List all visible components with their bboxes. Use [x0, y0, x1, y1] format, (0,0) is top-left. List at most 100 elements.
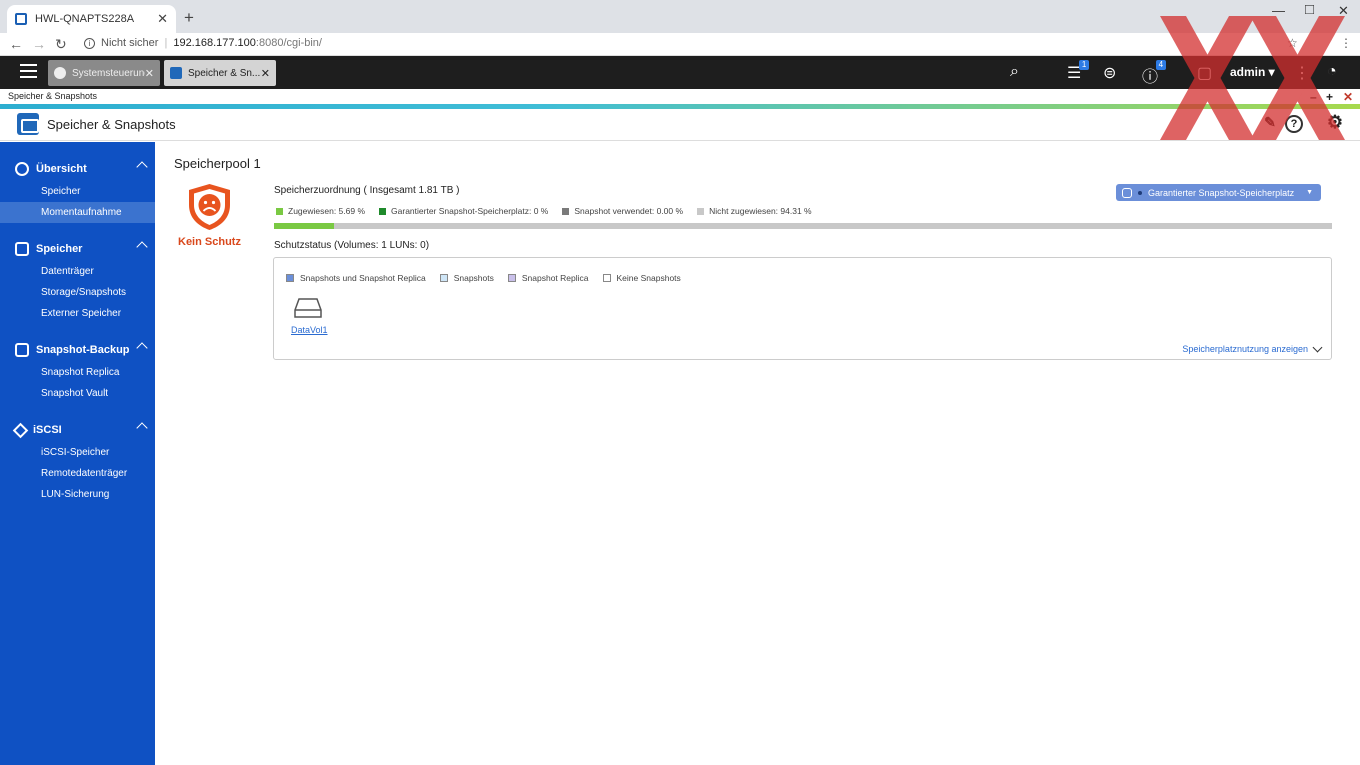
legend-label: Snapshot Replica — [521, 273, 589, 283]
chevron-down-icon — [1312, 342, 1323, 352]
background-tasks-icon[interactable]: ☰ 1 — [1067, 60, 1090, 83]
legend-label: Keine Snapshots — [616, 273, 681, 283]
browser-menu-icon[interactable]: ⋮ — [1340, 36, 1352, 50]
sidebar-group-label: Snapshot-Backup — [36, 344, 130, 356]
settings-gear-icon[interactable]: ⚙ — [1326, 113, 1344, 133]
legend-item: Snapshots — [439, 273, 494, 283]
legend-swatch — [602, 274, 611, 282]
legend-swatch — [439, 274, 448, 282]
qnap-favicon-icon — [15, 13, 27, 25]
bookmark-star-icon[interactable]: ☆ — [1287, 36, 1298, 50]
allocation-bar — [274, 223, 1332, 229]
url-separator: | — [164, 37, 168, 49]
dashboard-icon[interactable]: ◔ — [1327, 63, 1337, 81]
user-avatar-icon[interactable]: ▢ — [1197, 63, 1212, 83]
back-icon[interactable]: ← — [9, 36, 23, 52]
sidebar-item-speicher[interactable]: Speicher — [0, 181, 155, 202]
main-menu-icon[interactable] — [20, 64, 37, 78]
info-icon[interactable]: i — [84, 37, 95, 49]
browser-tab[interactable]: HWL-QNAPTS228A ✕ — [7, 5, 176, 33]
more-options-icon[interactable]: ⋮ — [1294, 63, 1310, 83]
sidebar-group-snapshot-backup[interactable]: Snapshot-Backup — [0, 338, 155, 362]
security-label: Nicht sicher — [101, 37, 159, 49]
app-tab-label: Systemsteuerung — [72, 67, 145, 79]
storage-icon — [170, 67, 182, 79]
legend-swatch — [562, 207, 570, 215]
chevron-up-icon[interactable] — [136, 422, 148, 434]
storage-app-icon — [17, 113, 39, 135]
maximize-icon[interactable]: □ — [1305, 1, 1314, 18]
app-tab-label: Speicher & Sn... — [188, 67, 261, 79]
chevron-up-icon[interactable] — [136, 342, 148, 354]
legend-swatch — [697, 207, 705, 215]
reload-icon[interactable]: ↻ — [55, 36, 67, 53]
app-header: Speicher & Snapshots ✎ ? ⚙ — [0, 109, 1360, 141]
window-close-icon[interactable]: ✕ — [1343, 90, 1353, 105]
forward-icon[interactable]: → — [32, 36, 46, 52]
database-icon — [15, 242, 29, 256]
legend-item: Snapshots und Snapshot Replica — [286, 273, 426, 283]
legend-item: Garantierter Snapshot-Speicherplatz: 0 % — [379, 206, 548, 216]
legend-item: Snapshot Replica — [507, 273, 589, 283]
new-tab-icon[interactable]: + — [184, 8, 194, 28]
sidebar-item-snapshot-vault[interactable]: Snapshot Vault — [0, 383, 155, 404]
url-path: :8080/cgi-bin/ — [255, 37, 322, 49]
legend-label: Garantierter Snapshot-Speicherplatz: 0 % — [391, 206, 549, 216]
info-badge: 4 — [1155, 60, 1167, 70]
notification-icon[interactable]: ✎ — [1261, 115, 1279, 133]
pool-title: Speicherpool 1 — [174, 156, 261, 171]
app-tab-systemsteuerung[interactable]: Systemsteuerung ✕ — [48, 60, 160, 86]
snapshot-space-selector[interactable]: Garantierter Snapshot-Speicherplatz ▼ — [1116, 184, 1321, 201]
sidebar-item-momentaufnahme[interactable]: Momentaufnahme — [0, 202, 155, 223]
minimize-icon[interactable]: — — [1272, 3, 1285, 18]
legend-label: Nicht zugewiesen: 94.31 % — [709, 206, 812, 216]
show-usage-link[interactable]: Speicherplatznutzung anzeigen — [1182, 342, 1323, 354]
allocation-bar-fill — [274, 223, 335, 229]
user-menu[interactable]: admin ▾ — [1230, 65, 1275, 79]
main-content: Speicherpool 1 Kein Schutz Speicherzuord… — [155, 142, 1360, 765]
sidebar-item-snapshot-replica[interactable]: Snapshot Replica — [0, 362, 155, 383]
legend-swatch — [276, 207, 283, 215]
sidebar-group-iscsi[interactable]: iSCSI — [0, 418, 155, 442]
sidebar-item-lun-sicherung[interactable]: LUN-Sicherung — [0, 484, 155, 505]
close-icon[interactable]: ✕ — [145, 67, 154, 80]
sidebar-item-iscsi-speicher[interactable]: iSCSI-Speicher — [0, 442, 155, 463]
close-tab-icon[interactable]: ✕ — [157, 11, 168, 27]
window-maximize-icon[interactable]: + — [1326, 90, 1333, 105]
external-device-icon[interactable]: ⊜ — [1103, 63, 1116, 83]
legend-label: Snapshots und Snapshot Replica — [300, 273, 426, 283]
event-notification-icon[interactable]: ⓘ 4 — [1142, 60, 1167, 87]
window-minimize-icon[interactable]: – — [1310, 90, 1317, 105]
legend-label: Snapshot verwendet: 0.00 % — [574, 206, 684, 216]
gauge-icon — [15, 162, 29, 176]
sidebar-item-storage-snapshots[interactable]: Storage/Snapshots — [0, 282, 155, 303]
volume-drive-icon[interactable] — [294, 297, 322, 319]
legend-swatch — [286, 274, 294, 282]
qts-topbar: Systemsteuerung ✕ Speicher & Sn... ✕ ⌕ ☰… — [0, 56, 1360, 89]
protection-label: Kein Schutz — [178, 236, 241, 248]
url-field[interactable]: i Nicht sicher | 192.168.177.100:8080/cg… — [84, 37, 322, 49]
sidebar-item-externer-speicher[interactable]: Externer Speicher — [0, 303, 155, 324]
sidebar-item-remotedatentraeger[interactable]: Remotedatenträger — [0, 463, 155, 484]
sidebar-group-label: iSCSI — [33, 424, 62, 436]
sidebar-group-overview[interactable]: Übersicht — [0, 157, 155, 181]
address-bar: ← → ↻ i Nicht sicher | 192.168.177.100:8… — [0, 33, 1360, 56]
snapshot-selector-label: Garantierter Snapshot-Speicherplatz — [1148, 187, 1295, 198]
close-icon[interactable]: ✕ — [261, 67, 270, 80]
url-host: 192.168.177.100 — [173, 37, 256, 49]
protection-legend: Snapshots und Snapshot Replica Snapshots… — [286, 273, 681, 283]
legend-item: Zugewiesen: 5.69 % — [276, 206, 365, 216]
sidebar-group-label: Speicher — [36, 243, 83, 255]
sidebar-item-datentraeger[interactable]: Datenträger — [0, 261, 155, 282]
volume-link[interactable]: DataVol1 — [291, 325, 328, 335]
app-tab-storage[interactable]: Speicher & Sn... ✕ — [164, 60, 276, 86]
help-icon[interactable]: ? — [1285, 115, 1303, 133]
sidebar-group-label: Übersicht — [36, 163, 87, 175]
status-dot — [1138, 190, 1142, 195]
chevron-up-icon[interactable] — [136, 161, 148, 173]
chevron-up-icon[interactable] — [136, 241, 148, 253]
legend-item: Snapshot verwendet: 0.00 % — [562, 206, 683, 216]
search-icon[interactable]: ⌕ — [1010, 63, 1019, 81]
sidebar-group-storage[interactable]: Speicher — [0, 237, 155, 261]
window-close-icon[interactable]: ✕ — [1338, 3, 1349, 19]
